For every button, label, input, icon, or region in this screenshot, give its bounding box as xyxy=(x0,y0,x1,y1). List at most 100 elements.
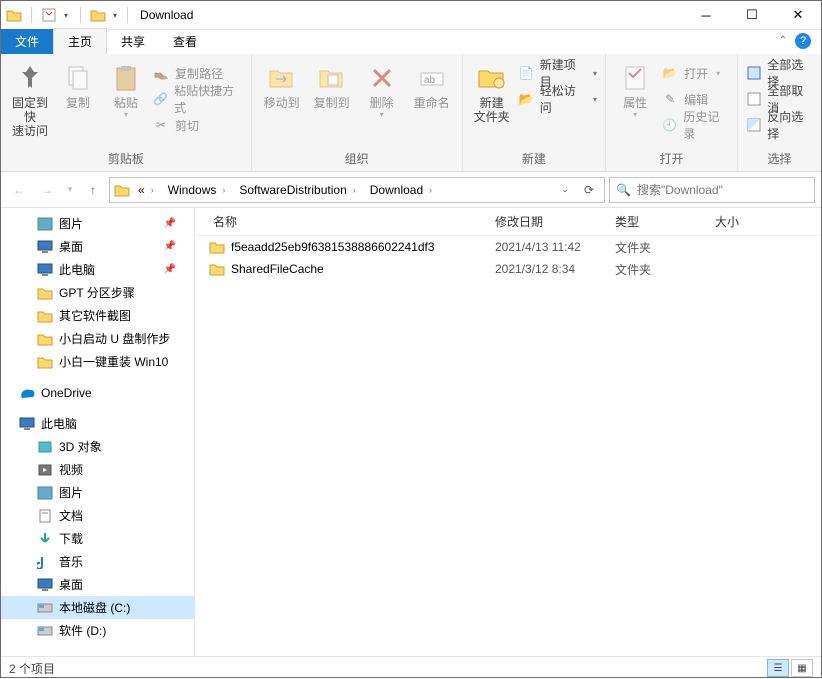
window-title: Download xyxy=(140,8,193,22)
copy-to-icon xyxy=(316,62,348,94)
tab-share[interactable]: 共享 xyxy=(107,29,159,54)
search-box[interactable]: 🔍 搜索"Download" xyxy=(609,177,815,203)
recent-dropdown[interactable]: ▾ xyxy=(63,178,77,202)
crumb-overflow[interactable]: «› xyxy=(132,181,160,199)
tree-item[interactable]: 软件 (D:) xyxy=(1,619,194,642)
table-row[interactable]: f5eaadd25eb9f6381538886602241df32021/4/1… xyxy=(195,236,821,258)
invert-selection-button[interactable]: 反向选择 xyxy=(746,114,813,136)
folder-icon xyxy=(114,183,130,197)
tree-item[interactable]: OneDrive xyxy=(1,381,194,404)
paste-button[interactable]: 粘贴 ▾ xyxy=(105,58,147,119)
tree-item[interactable]: 音乐 xyxy=(1,550,194,573)
tree-item[interactable]: 其它软件截图 xyxy=(1,304,194,327)
cut-icon: ✂ xyxy=(153,117,169,133)
tree-item[interactable]: 3D 对象 xyxy=(1,435,194,458)
col-date[interactable]: 修改日期 xyxy=(485,213,605,230)
easy-access-button[interactable]: 📂轻松访问▾ xyxy=(519,88,597,110)
tree-item[interactable]: 本地磁盘 (C:) xyxy=(1,596,194,619)
delete-button[interactable]: 删除 ▾ xyxy=(360,58,404,119)
move-to-button[interactable]: 移动到 xyxy=(260,58,304,110)
edit-icon: ✎ xyxy=(662,91,678,107)
group-organize: 移动到 复制到 删除 ▾ ab 重命名 组织 xyxy=(252,54,463,171)
qat-chevron-icon[interactable]: ▾ xyxy=(109,11,121,20)
tree-item[interactable]: GPT 分区步骤 xyxy=(1,281,194,304)
title-bar: ▾ ▾ Download ─ ☐ ✕ xyxy=(1,1,821,30)
folder-icon xyxy=(89,6,107,24)
view-icons-button[interactable]: ▦ xyxy=(791,659,813,677)
folder-icon xyxy=(5,6,23,24)
tree-item[interactable]: 此电脑 xyxy=(1,412,194,435)
back-button[interactable]: ← xyxy=(7,178,31,202)
nav-tree[interactable]: 图片📌桌面📌此电脑📌GPT 分区步骤其它软件截图小白启动 U 盘制作步小白一键重… xyxy=(1,208,195,656)
select-none-icon xyxy=(746,91,761,107)
tree-item[interactable]: 桌面📌 xyxy=(1,235,194,258)
tree-item[interactable]: 图片📌 xyxy=(1,212,194,235)
copy-path-button[interactable]: 👞复制路径 xyxy=(153,62,243,84)
select-none-button[interactable]: 全部取消 xyxy=(746,88,813,110)
minimize-button[interactable]: ─ xyxy=(683,1,729,29)
tab-file[interactable]: 文件 xyxy=(1,29,53,54)
file-list-pane: 名称 修改日期 类型 大小 f5eaadd25eb9f6381538886602… xyxy=(195,208,821,656)
address-bar[interactable]: «› Windows› SoftwareDistribution› Downlo… xyxy=(109,177,605,203)
breadcrumb-item[interactable]: Download› xyxy=(364,181,438,199)
copy-to-button[interactable]: 复制到 xyxy=(310,58,354,110)
maximize-button[interactable]: ☐ xyxy=(729,1,775,29)
group-label: 选择 xyxy=(746,148,813,171)
tree-item[interactable]: 小白一键重装 Win10 xyxy=(1,350,194,373)
column-headers[interactable]: 名称 修改日期 类型 大小 xyxy=(195,208,821,236)
select-all-button[interactable]: 全部选择 xyxy=(746,62,813,84)
collapse-ribbon-icon[interactable]: ⌃ xyxy=(779,35,787,46)
rename-button[interactable]: ab 重命名 xyxy=(410,58,454,110)
tree-item[interactable]: 文档 xyxy=(1,504,194,527)
group-label: 新建 xyxy=(471,148,597,171)
tree-item[interactable]: 下载 xyxy=(1,527,194,550)
open-button[interactable]: 📂打开▾ xyxy=(662,62,729,84)
tree-item[interactable]: 此电脑📌 xyxy=(1,258,194,281)
edit-button[interactable]: ✎编辑 xyxy=(662,88,729,110)
breadcrumb-item[interactable]: SoftwareDistribution› xyxy=(233,181,361,199)
up-button[interactable]: ↑ xyxy=(81,178,105,202)
new-item-button[interactable]: 📄新建项目▾ xyxy=(519,62,597,84)
table-row[interactable]: SharedFileCache2021/3/12 8:34文件夹 xyxy=(195,258,821,280)
close-button[interactable]: ✕ xyxy=(775,1,821,29)
col-name[interactable]: 名称 xyxy=(195,213,485,230)
properties-button[interactable]: 属性 ▾ xyxy=(614,58,656,119)
view-details-button[interactable]: ☰ xyxy=(767,659,789,677)
tree-item[interactable]: 图片 xyxy=(1,481,194,504)
history-icon: 🕘 xyxy=(662,117,677,133)
open-icon: 📂 xyxy=(662,65,678,81)
pin-icon xyxy=(14,62,46,94)
tab-home[interactable]: 主页 xyxy=(53,28,107,54)
tree-item[interactable]: 桌面 xyxy=(1,573,194,596)
breadcrumb-item[interactable]: Windows› xyxy=(162,181,232,199)
group-label: 组织 xyxy=(260,148,454,171)
help-icon[interactable]: ? xyxy=(795,33,811,49)
history-button[interactable]: 🕘历史记录 xyxy=(662,114,729,136)
tree-item[interactable]: 视频 xyxy=(1,458,194,481)
search-placeholder: 搜索"Download" xyxy=(637,181,723,198)
group-label: 剪贴板 xyxy=(9,148,243,171)
new-folder-button[interactable]: 新建 文件夹 xyxy=(471,58,513,124)
tab-view[interactable]: 查看 xyxy=(159,29,211,54)
address-dropdown-icon[interactable]: ⌄ xyxy=(554,184,576,195)
qat-dropdown-icon[interactable]: ▾ xyxy=(60,11,72,20)
forward-button[interactable]: → xyxy=(35,178,59,202)
col-size[interactable]: 大小 xyxy=(705,213,775,230)
delete-icon xyxy=(366,62,398,94)
file-rows[interactable]: f5eaadd25eb9f6381538886602241df32021/4/1… xyxy=(195,236,821,656)
rename-icon: ab xyxy=(416,62,448,94)
properties-icon xyxy=(619,62,651,94)
pin-to-quick-access-button[interactable]: 固定到快 速访问 xyxy=(9,58,51,138)
refresh-button[interactable]: ⟳ xyxy=(578,183,600,197)
path-icon: 👞 xyxy=(153,65,169,81)
search-icon: 🔍 xyxy=(616,183,631,197)
tree-item[interactable]: 小白启动 U 盘制作步 xyxy=(1,327,194,350)
paste-shortcut-button[interactable]: 🔗粘贴快捷方式 xyxy=(153,88,243,110)
qat-properties-icon[interactable] xyxy=(40,6,58,24)
cut-button[interactable]: ✂剪切 xyxy=(153,114,243,136)
col-type[interactable]: 类型 xyxy=(605,213,705,230)
copy-button[interactable]: 复制 xyxy=(57,58,99,110)
group-open: 属性 ▾ 📂打开▾ ✎编辑 🕘历史记录 打开 xyxy=(606,54,738,171)
nav-row: ← → ▾ ↑ «› Windows› SoftwareDistribution… xyxy=(1,172,821,208)
easy-access-icon: 📂 xyxy=(519,91,534,107)
